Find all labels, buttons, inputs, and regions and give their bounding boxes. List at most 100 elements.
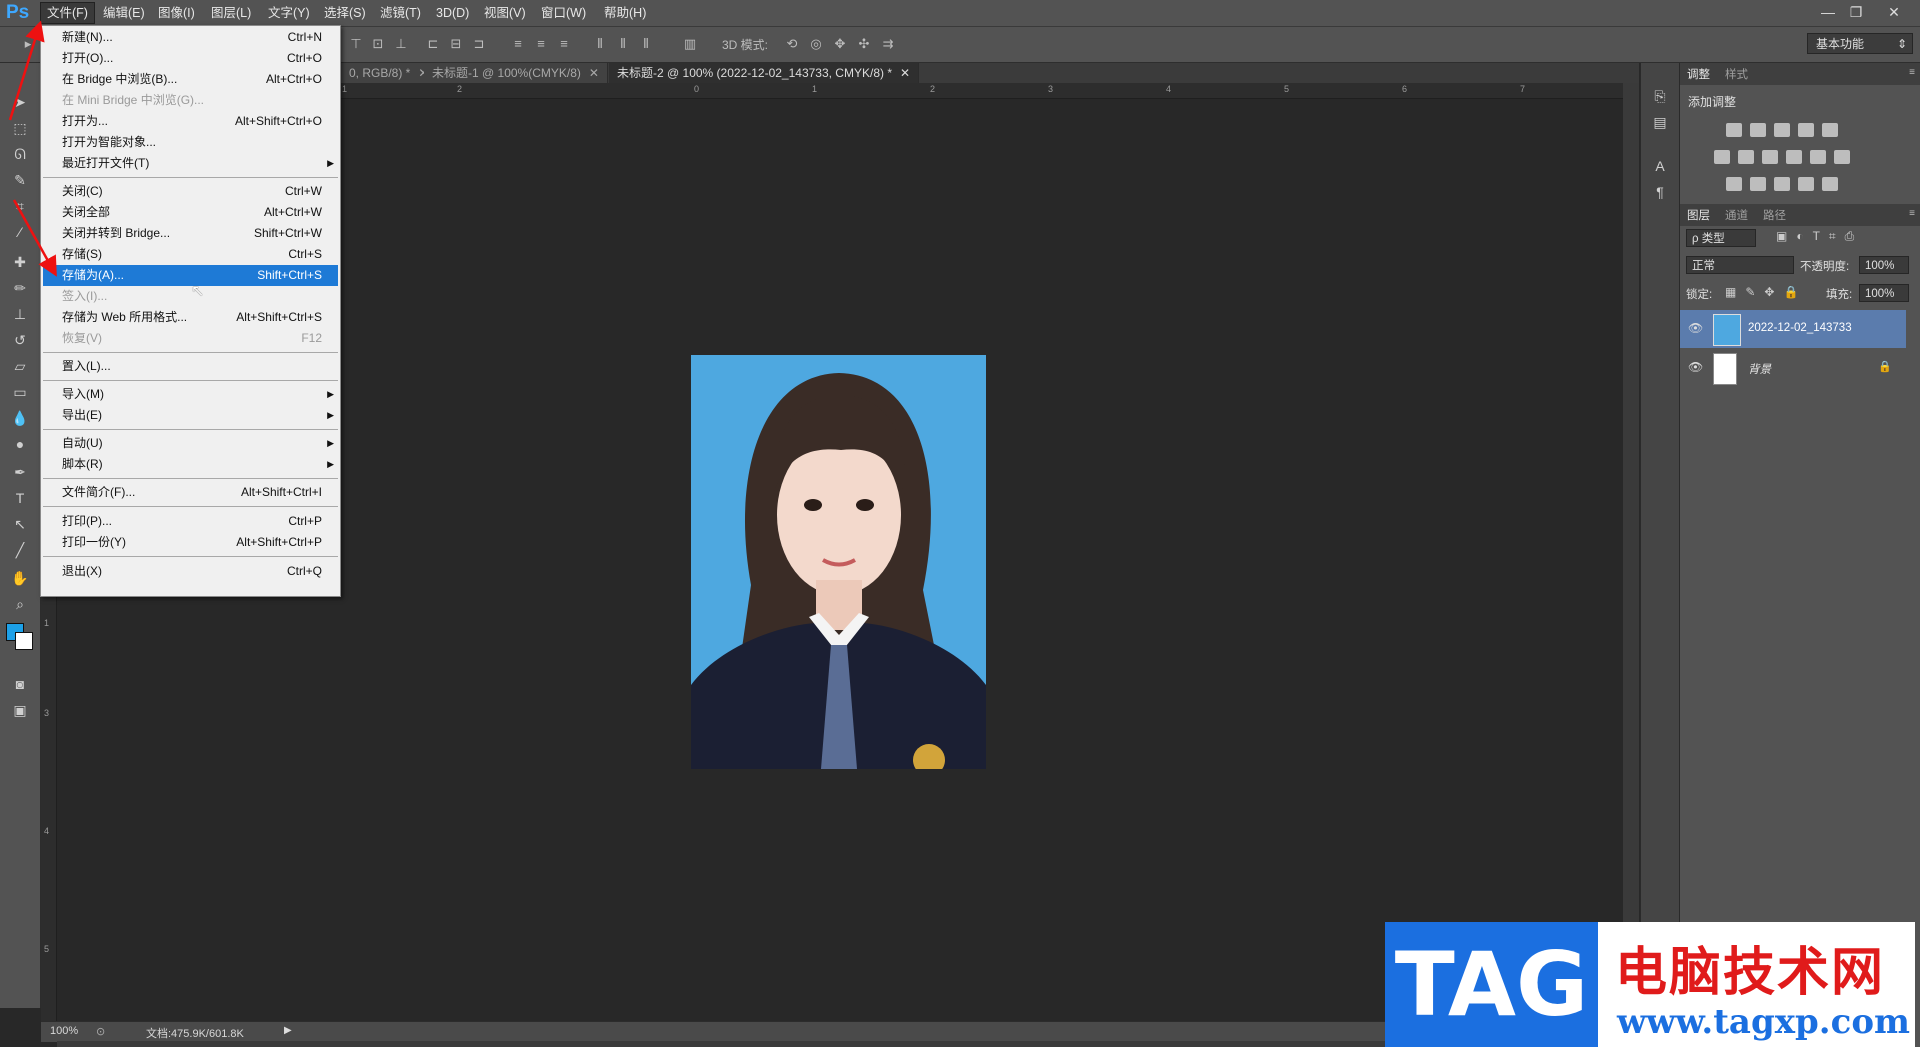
layer-row-background[interactable]: 👁 背景 🔒: [1680, 349, 1906, 387]
layer-name[interactable]: 2022-12-02_143733: [1748, 322, 1852, 334]
clone-stamp-tool-icon[interactable]: ⊥: [8, 303, 32, 325]
menu-3d[interactable]: 3D(D): [430, 3, 475, 23]
menu-image[interactable]: 图像(I): [152, 3, 201, 23]
tab-paths[interactable]: 路径: [1758, 208, 1791, 224]
align-bottom-icon[interactable]: ⊥: [393, 36, 409, 52]
vertical-scrollbar[interactable]: [1623, 83, 1639, 1021]
tab-channels[interactable]: 通道: [1720, 208, 1753, 224]
hue-saturation-icon[interactable]: [1714, 150, 1730, 164]
workspace-select[interactable]: 基本功能 ⇕: [1807, 33, 1913, 54]
exposure-icon[interactable]: [1798, 123, 1814, 137]
distribute-vcenter-icon[interactable]: ≡: [533, 36, 549, 52]
zoom-tool-icon[interactable]: ⌕: [8, 593, 32, 615]
layer-filter-icons[interactable]: ▣◐T⌗⎙: [1776, 229, 1863, 244]
background-color-swatch[interactable]: [15, 632, 33, 650]
3d-slide-icon[interactable]: ✣: [856, 36, 872, 52]
layer-filter-select[interactable]: ρ 类型: [1686, 229, 1756, 247]
close-button[interactable]: ✕: [1880, 2, 1908, 22]
selective-color-icon[interactable]: [1798, 177, 1814, 191]
character-panel-icon[interactable]: A: [1648, 155, 1672, 177]
blend-mode-select[interactable]: 正常: [1686, 256, 1794, 274]
layer-row-photo[interactable]: 👁 2022-12-02_143733: [1680, 310, 1906, 348]
align-right-icon[interactable]: ⊐: [471, 36, 487, 52]
layer-name[interactable]: 背景: [1748, 361, 1771, 377]
menu-window[interactable]: 窗口(W): [535, 3, 592, 23]
tab-adjustments[interactable]: 调整: [1682, 67, 1715, 83]
dodge-tool-icon[interactable]: ●: [8, 433, 32, 455]
menu-item-file-info[interactable]: 文件简介(F)... Alt+Shift+Ctrl+I: [41, 482, 340, 503]
line-tool-icon[interactable]: ╱: [8, 539, 32, 561]
distribute-right-icon[interactable]: ⫴: [638, 36, 654, 52]
eye-icon[interactable]: 👁: [1688, 321, 1703, 335]
3d-roll-icon[interactable]: ◎: [808, 36, 824, 52]
align-hcenter-icon[interactable]: ⊟: [448, 36, 464, 52]
pen-tool-icon[interactable]: ✒: [8, 461, 32, 483]
menu-help[interactable]: 帮助(H): [598, 3, 652, 23]
invert-icon[interactable]: [1726, 177, 1742, 191]
distribute-left-icon[interactable]: ⫴: [592, 36, 608, 52]
menu-item-print[interactable]: 打印(P)... Ctrl+P: [41, 511, 340, 532]
properties-panel-icon[interactable]: ▤: [1648, 111, 1672, 133]
tab-untitled-2[interactable]: 未标题-2 @ 100% (2022-12-02_143733, CMYK/8)…: [609, 63, 920, 83]
status-menu-arrow-icon[interactable]: ▶: [284, 1025, 292, 1036]
menu-item-export[interactable]: 导出(E) ▶: [41, 405, 340, 426]
paragraph-panel-icon[interactable]: ¶: [1648, 181, 1672, 203]
3d-scale-icon[interactable]: ⇉: [880, 36, 896, 52]
menu-select[interactable]: 选择(S): [318, 3, 372, 23]
panel-menu-icon[interactable]: ≡: [1909, 67, 1915, 78]
fill-input[interactable]: 100%: [1859, 284, 1909, 302]
menu-type[interactable]: 文字(Y): [262, 3, 316, 23]
tab-layers[interactable]: 图层: [1682, 208, 1715, 224]
threshold-icon[interactable]: [1774, 177, 1790, 191]
quick-mask-icon[interactable]: ◙: [8, 673, 32, 695]
menu-item-exit[interactable]: 退出(X) Ctrl+Q: [41, 561, 340, 582]
photo-filter-icon[interactable]: [1786, 150, 1802, 164]
status-info-icon[interactable]: ⊙: [96, 1025, 105, 1038]
color-balance-icon[interactable]: [1738, 150, 1754, 164]
path-select-tool-icon[interactable]: ↖: [8, 513, 32, 535]
menu-item-automate[interactable]: 自动(U) ▶: [41, 433, 340, 454]
eraser-tool-icon[interactable]: ▱: [8, 355, 32, 377]
panel-menu-icon[interactable]: ≡: [1909, 208, 1915, 219]
black-white-icon[interactable]: [1762, 150, 1778, 164]
gradient-tool-icon[interactable]: ▭: [8, 381, 32, 403]
id-photo[interactable]: [691, 355, 986, 769]
menu-filter[interactable]: 滤镜(T): [374, 3, 427, 23]
history-brush-tool-icon[interactable]: ↺: [8, 329, 32, 351]
distribute-hcenter-icon[interactable]: ⫴: [615, 36, 631, 52]
menu-view[interactable]: 视图(V): [478, 3, 532, 23]
menu-item-scripts[interactable]: 脚本(R) ▶: [41, 454, 340, 475]
levels-icon[interactable]: [1750, 123, 1766, 137]
eye-icon[interactable]: 👁: [1688, 360, 1703, 374]
curves-icon[interactable]: [1774, 123, 1790, 137]
align-left-icon[interactable]: ⊏: [425, 36, 441, 52]
posterize-icon[interactable]: [1750, 177, 1766, 191]
brightness-contrast-icon[interactable]: [1726, 123, 1742, 137]
hand-tool-icon[interactable]: ✋: [8, 567, 32, 589]
tab-doc-rgb[interactable]: 0, RGB/8) *✕: [341, 63, 438, 83]
minimize-button[interactable]: —: [1814, 2, 1842, 22]
menu-item-place[interactable]: 置入(L)...: [41, 356, 340, 377]
auto-align-icon[interactable]: ▥: [682, 36, 698, 52]
channel-mixer-icon[interactable]: [1810, 150, 1826, 164]
align-top-icon[interactable]: ⊤: [348, 36, 364, 52]
blur-tool-icon[interactable]: 💧: [8, 407, 32, 429]
menu-item-save-for-web[interactable]: 存储为 Web 所用格式... Alt+Shift+Ctrl+S: [41, 307, 340, 328]
color-lookup-icon[interactable]: [1834, 150, 1850, 164]
vibrance-icon[interactable]: [1822, 123, 1838, 137]
align-vcenter-icon[interactable]: ⊡: [370, 36, 386, 52]
close-icon[interactable]: ✕: [589, 66, 599, 80]
opacity-input[interactable]: 100%: [1859, 256, 1909, 274]
menu-layer[interactable]: 图层(L): [205, 3, 257, 23]
tab-styles[interactable]: 样式: [1720, 67, 1753, 83]
close-icon[interactable]: ✕: [900, 66, 910, 80]
type-tool-icon[interactable]: T: [8, 487, 32, 509]
menu-item-print-one-copy[interactable]: 打印一份(Y) Alt+Shift+Ctrl+P: [41, 532, 340, 553]
history-panel-icon[interactable]: ⎘: [1648, 85, 1672, 107]
lock-icons[interactable]: ▦✎✥🔒: [1725, 285, 1807, 299]
screen-mode-icon[interactable]: ▣: [8, 699, 32, 721]
3d-pan-icon[interactable]: ✥: [832, 36, 848, 52]
tab-untitled-1[interactable]: 未标题-1 @ 100%(CMYK/8) ✕: [424, 63, 608, 83]
restore-button[interactable]: ❐: [1842, 2, 1870, 22]
3d-rotate-icon[interactable]: ⟲: [784, 36, 800, 52]
